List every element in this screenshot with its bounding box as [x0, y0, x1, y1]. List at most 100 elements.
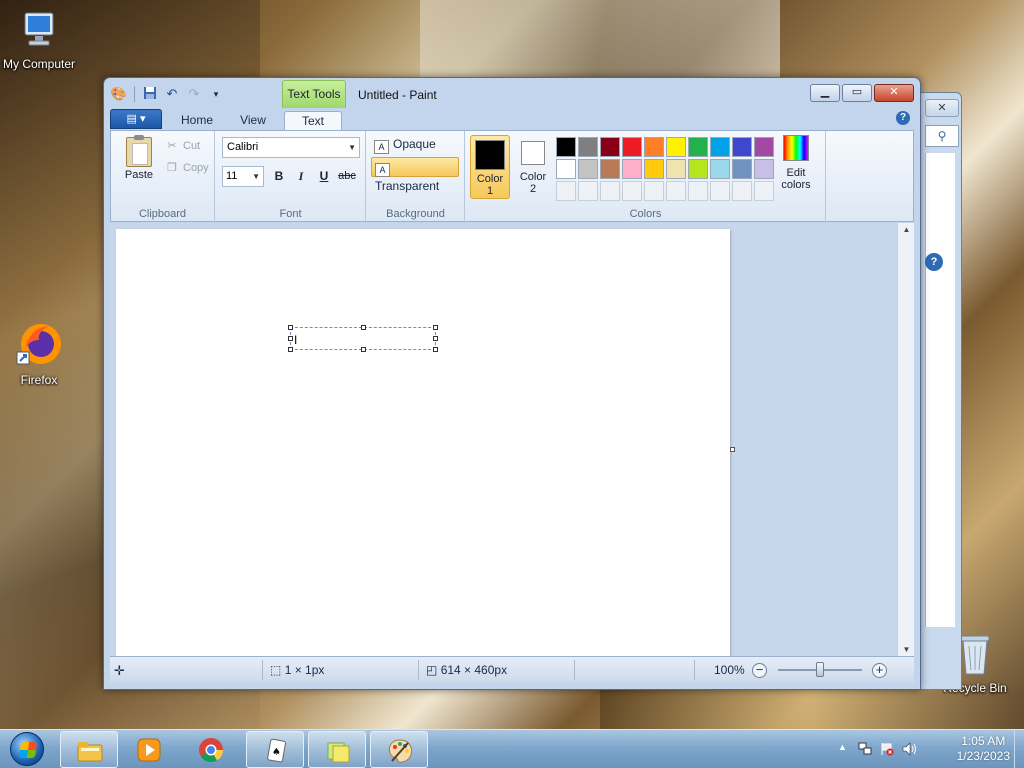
palette-color-swatch[interactable]	[710, 137, 730, 157]
cut-button[interactable]: ✂ Cut	[165, 139, 200, 152]
volume-icon[interactable]	[902, 742, 918, 759]
resize-handle[interactable]	[361, 347, 366, 352]
palette-color-swatch[interactable]	[732, 137, 752, 157]
underline-button[interactable]: U	[313, 166, 335, 187]
edit-colors-button[interactable]: Edit colors	[776, 135, 816, 191]
move-cursor-icon: ✛	[114, 663, 125, 678]
palette-color-swatch[interactable]	[688, 137, 708, 157]
title-bar[interactable]: 🎨 ↶ ↷ ▾ Text Tools Untitled - Paint ▁ ▭ …	[104, 78, 920, 108]
network-icon[interactable]	[858, 742, 872, 759]
custom-color-slot[interactable]	[710, 181, 730, 201]
scroll-down-icon[interactable]: ▼	[898, 645, 915, 654]
action-center-flag-icon[interactable]	[880, 742, 894, 759]
canvas-resize-handle[interactable]	[730, 447, 735, 452]
font-size-select[interactable]: 11 ▼	[222, 166, 264, 187]
palette-color-swatch[interactable]	[688, 159, 708, 179]
custom-color-slot[interactable]	[622, 181, 642, 201]
strikethrough-button[interactable]: abc	[336, 166, 358, 187]
help-icon[interactable]: ?	[925, 253, 943, 271]
redo-icon[interactable]: ↷	[185, 86, 203, 102]
customize-toolbar-icon[interactable]: ▾	[207, 86, 225, 102]
palette-color-swatch[interactable]	[666, 137, 686, 157]
resize-handle[interactable]	[288, 325, 293, 330]
copy-button[interactable]: ❐ Copy	[165, 161, 209, 174]
zoom-out-button[interactable]: −	[752, 663, 767, 678]
tab-view[interactable]: View	[228, 111, 278, 130]
save-icon[interactable]	[141, 86, 159, 102]
palette-color-swatch[interactable]	[644, 137, 664, 157]
tab-home[interactable]: Home	[172, 111, 222, 130]
taskbar-explorer[interactable]	[60, 731, 118, 768]
resize-handle[interactable]	[288, 336, 293, 341]
palette-color-swatch[interactable]	[600, 137, 620, 157]
opaque-option[interactable]: A Opaque	[371, 135, 459, 155]
desktop-icon-firefox[interactable]: Firefox	[0, 320, 84, 387]
palette-color-swatch[interactable]	[578, 137, 598, 157]
palette-color-swatch[interactable]	[578, 159, 598, 179]
bold-button[interactable]: B	[268, 166, 290, 187]
show-hidden-icons-icon[interactable]: ▲	[838, 742, 847, 752]
search-icon[interactable]: ⚲	[925, 125, 959, 147]
paint-window[interactable]: 🎨 ↶ ↷ ▾ Text Tools Untitled - Paint ▁ ▭ …	[103, 77, 921, 690]
vertical-scrollbar[interactable]: ▲ ▼	[897, 223, 914, 656]
scissors-icon: ✂	[167, 140, 177, 152]
text-box[interactable]: I	[288, 325, 438, 352]
resize-handle[interactable]	[433, 347, 438, 352]
italic-button[interactable]: I	[290, 166, 312, 187]
taskbar-solitaire[interactable]: ♠	[246, 731, 304, 768]
custom-color-slot[interactable]	[754, 181, 774, 201]
tab-text[interactable]: Text	[284, 111, 342, 130]
zoom-slider-thumb[interactable]	[816, 662, 824, 677]
font-size-value: 11	[226, 170, 238, 182]
background-window-close-button[interactable]: ✕	[925, 99, 959, 117]
close-button[interactable]: ✕	[874, 84, 914, 102]
taskbar-chrome[interactable]	[182, 731, 240, 768]
color2-button[interactable]: Color 2	[513, 135, 553, 199]
palette-color-swatch[interactable]	[710, 159, 730, 179]
palette-color-swatch[interactable]	[556, 159, 576, 179]
paint-app-icon[interactable]: 🎨	[110, 86, 128, 102]
resize-handle[interactable]	[433, 325, 438, 330]
palette-color-swatch[interactable]	[666, 159, 686, 179]
custom-color-slot[interactable]	[666, 181, 686, 201]
scroll-up-icon[interactable]: ▲	[898, 225, 915, 234]
custom-color-slot[interactable]	[556, 181, 576, 201]
palette-color-swatch[interactable]	[622, 159, 642, 179]
undo-icon[interactable]: ↶	[163, 86, 181, 102]
maximize-button[interactable]: ▭	[842, 84, 872, 102]
color1-button[interactable]: Color 1	[470, 135, 510, 199]
paint-menu-button[interactable]: ▤ ▾	[110, 109, 162, 129]
zoom-in-button[interactable]: +	[872, 663, 887, 678]
palette-color-swatch[interactable]	[754, 137, 774, 157]
edit-colors-label: Edit	[786, 167, 806, 179]
minimize-button[interactable]: ▁	[810, 84, 840, 102]
palette-color-swatch[interactable]	[600, 159, 620, 179]
taskbar-paint[interactable]	[370, 731, 428, 768]
transparent-option[interactable]: A Transparent	[371, 157, 459, 193]
palette-color-swatch[interactable]	[732, 159, 752, 179]
palette-color-swatch[interactable]	[622, 137, 642, 157]
desktop-icon-my-computer[interactable]: My Computer	[0, 10, 84, 71]
start-button[interactable]	[4, 730, 52, 768]
drawing-canvas[interactable]: I	[116, 229, 730, 661]
palette-color-swatch[interactable]	[754, 159, 774, 179]
custom-color-slot[interactable]	[578, 181, 598, 201]
palette-color-swatch[interactable]	[556, 137, 576, 157]
paste-button[interactable]: Paste	[119, 135, 159, 181]
resize-handle[interactable]	[361, 325, 366, 330]
palette-color-swatch[interactable]	[644, 159, 664, 179]
resize-handle[interactable]	[433, 336, 438, 341]
show-desktop-button[interactable]	[1014, 730, 1024, 768]
resize-handle[interactable]	[288, 347, 293, 352]
custom-color-slot[interactable]	[600, 181, 620, 201]
clock[interactable]: 1:05 AM 1/23/2023	[957, 734, 1010, 764]
taskbar-sticky-notes[interactable]	[308, 731, 366, 768]
custom-color-slot[interactable]	[644, 181, 664, 201]
custom-color-slot[interactable]	[688, 181, 708, 201]
canvas-workspace[interactable]: I ▲ ▼	[110, 223, 914, 661]
help-icon[interactable]: ?	[896, 111, 910, 125]
font-family-select[interactable]: Calibri ▼	[222, 137, 360, 158]
custom-color-slot[interactable]	[732, 181, 752, 201]
font-family-value: Calibri	[227, 141, 259, 153]
taskbar-media-player[interactable]	[120, 731, 178, 768]
